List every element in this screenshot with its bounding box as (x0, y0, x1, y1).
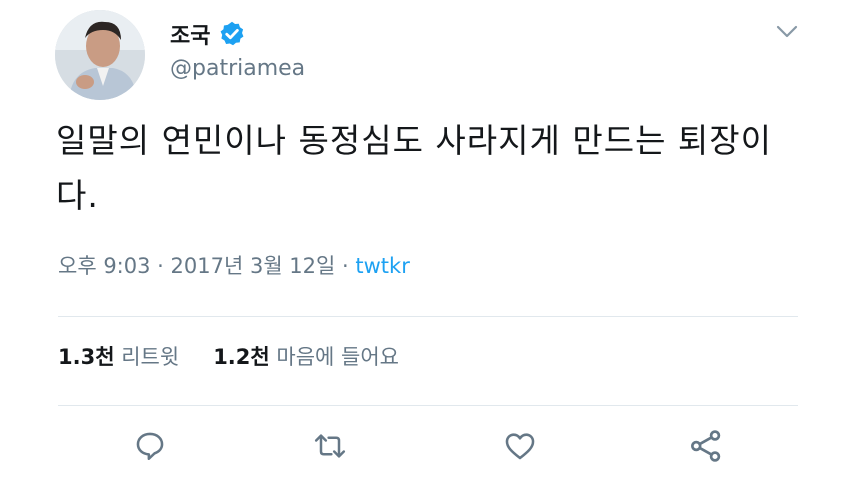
retweets-count: 1.3천 (58, 345, 115, 369)
tweet-actions (30, 428, 820, 472)
tweet-card: 조국 @patriamea 일말의 연민이나 동정심도 사라지게 만드는 퇴장이… (30, 0, 820, 497)
share-icon (688, 428, 724, 468)
tweet-source-link[interactable]: twtkr (355, 254, 409, 278)
display-name[interactable]: 조국 (170, 18, 210, 50)
chevron-down-icon[interactable] (774, 22, 800, 42)
tweet-stats: 1.3천 리트윗 1.2천 마음에 들어요 (58, 341, 399, 371)
tweet-meta: 오후 9:03 · 2017년 3월 12일 · twtkr (58, 250, 410, 280)
user-handle[interactable]: @patriamea (170, 56, 305, 81)
retweet-icon (312, 429, 348, 467)
likes-stat[interactable]: 1.2천 마음에 들어요 (213, 345, 399, 369)
retweets-label: 리트윗 (121, 345, 180, 369)
tweet-time[interactable]: 오후 9:03 (58, 254, 150, 278)
tweet-date[interactable]: 2017년 3월 12일 (171, 254, 336, 278)
verified-badge-icon (218, 20, 246, 48)
avatar[interactable] (55, 10, 145, 100)
meta-separator: · (150, 254, 171, 278)
meta-separator: · (335, 254, 356, 278)
retweet-button[interactable] (310, 428, 350, 468)
like-button[interactable] (500, 428, 540, 468)
display-name-row: 조국 (170, 14, 246, 54)
divider (58, 316, 798, 317)
heart-icon (502, 429, 538, 467)
likes-label: 마음에 들어요 (276, 345, 400, 369)
reply-button[interactable] (130, 428, 170, 468)
share-button[interactable] (686, 428, 726, 468)
reply-icon (133, 429, 167, 467)
retweets-stat[interactable]: 1.3천 리트윗 (58, 345, 179, 369)
likes-count: 1.2천 (213, 345, 270, 369)
tweet-text: 일말의 연민이나 동정심도 사라지게 만드는 퇴장이다. (56, 121, 773, 215)
divider (58, 405, 798, 406)
